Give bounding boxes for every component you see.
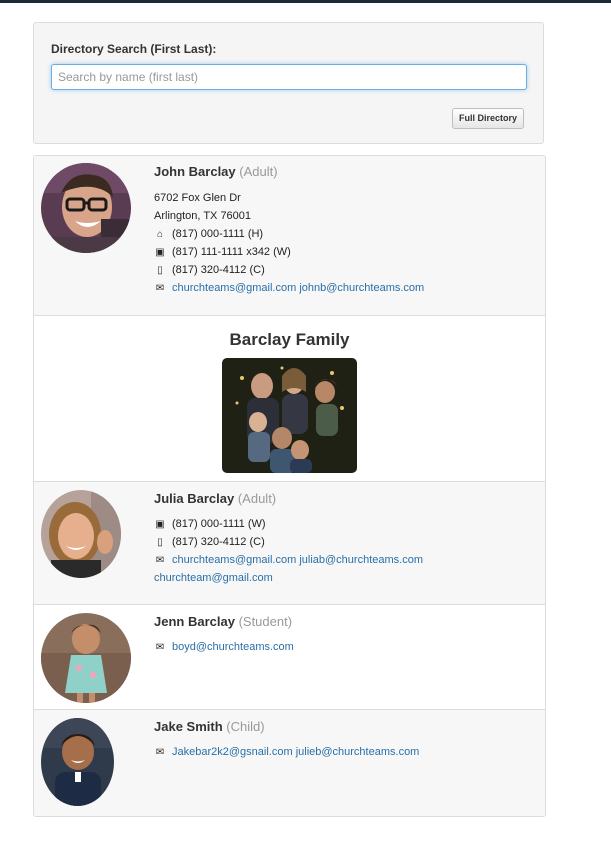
member-name[interactable]: Jake Smith [154, 719, 223, 734]
work-phone: (817) 000-1111 (W) [172, 518, 266, 530]
member-card-john-barclay: John Barclay (Adult) 6702 Fox Glen Dr Ar… [34, 156, 545, 315]
email-link[interactable]: boyd@churchteams.com [172, 641, 294, 653]
avatar[interactable] [41, 718, 114, 806]
mobile-phone-icon: ▯ [157, 536, 163, 548]
email-link[interactable]: johnb@churchteams.com [299, 282, 424, 294]
member-name-line: Jenn Barclay (Student) [154, 614, 292, 629]
cell-phone: (817) 320-4112 (C) [172, 536, 265, 548]
top-bar [0, 0, 611, 3]
email-link[interactable]: churchteams@gmail.com [172, 282, 296, 294]
member-card-jake-smith: Jake Smith (Child) ✉ Jakebar2k2@gsnail.co… [34, 709, 545, 816]
member-name[interactable]: Jenn Barclay [154, 614, 235, 629]
member-name[interactable]: John Barclay [154, 164, 236, 179]
cell-phone-row: ▯ (817) 320-4112 (C) [154, 536, 265, 548]
email-row: ✉ boyd@churchteams.com [154, 641, 294, 653]
envelope-icon: ✉ [155, 746, 165, 758]
member-role: (Adult) [239, 164, 278, 179]
envelope-icon: ✉ [155, 554, 165, 566]
member-name-line: John Barclay (Adult) [154, 164, 278, 179]
member-role: (Student) [238, 614, 293, 629]
envelope-icon: ✉ [155, 282, 165, 294]
email-row: ✉ churchteams@gmail.com juliab@churchteam… [154, 554, 423, 566]
work-phone-row: ▣ (817) 000-1111 (W) [154, 518, 266, 530]
member-role: (Adult) [237, 491, 277, 506]
directory-list: John Barclay (Adult) 6702 Fox Glen Dr Ar… [33, 155, 546, 817]
avatar[interactable] [41, 163, 131, 253]
cell-phone-row: ▯ (817) 320-4112 (C) [154, 264, 265, 276]
email-row-continued: churchteam@gmail.com [154, 572, 273, 584]
search-panel: Directory Search (First Last): Full Dire… [33, 22, 544, 144]
member-name-line: Jake Smith (Child) [154, 719, 265, 734]
member-role: (Child) [226, 719, 265, 734]
member-card-julia-barclay: Julia Barclay (Adult) ▣ (817) 000-1111 (W… [34, 481, 545, 604]
work-phone-row: ▣ (817) 111-1111 x342 (W) [154, 246, 291, 258]
family-card: Barclay Family [34, 315, 545, 481]
search-input[interactable] [51, 64, 527, 90]
briefcase-icon: ▣ [155, 246, 165, 258]
email-row: ✉ churchteams@gmail.com johnb@churchteams… [154, 282, 424, 294]
email-link[interactable]: juliab@churchteams.com [299, 554, 423, 566]
family-photo[interactable] [222, 358, 357, 473]
address-line-1: 6702 Fox Glen Dr [154, 192, 241, 204]
family-title: Barclay Family [229, 330, 350, 349]
email-link[interactable]: churchteams@gmail.com [172, 554, 296, 566]
address-line-2: Arlington, TX 76001 [154, 210, 252, 222]
home-phone-row: ⌂ (817) 000-1111 (H) [154, 228, 263, 240]
member-name[interactable]: Julia Barclay [154, 491, 234, 506]
email-link[interactable]: churchteam@gmail.com [154, 572, 273, 584]
briefcase-icon: ▣ [155, 518, 165, 530]
member-name-line: Julia Barclay (Adult) [154, 491, 276, 506]
envelope-icon: ✉ [155, 641, 165, 653]
avatar[interactable] [41, 490, 121, 578]
email-link[interactable]: julieb@churchteams.com [296, 746, 420, 758]
mobile-phone-icon: ▯ [157, 264, 163, 276]
member-card-jenn-barclay: Jenn Barclay (Student) ✉ boyd@churchteams… [34, 604, 545, 709]
full-directory-button[interactable]: Full Directory [452, 108, 525, 129]
home-icon: ⌂ [156, 228, 164, 240]
home-phone: (817) 000-1111 (H) [172, 228, 264, 240]
email-row: ✉ Jakebar2k2@gsnail.com julieb@churchteam… [154, 746, 420, 758]
avatar[interactable] [41, 613, 131, 703]
search-label: Directory Search (First Last): [51, 42, 217, 56]
work-phone: (817) 111-1111 x342 (W) [172, 246, 291, 258]
email-link[interactable]: Jakebar2k2@gsnail.com [172, 746, 293, 758]
cell-phone: (817) 320-4112 (C) [172, 264, 265, 276]
